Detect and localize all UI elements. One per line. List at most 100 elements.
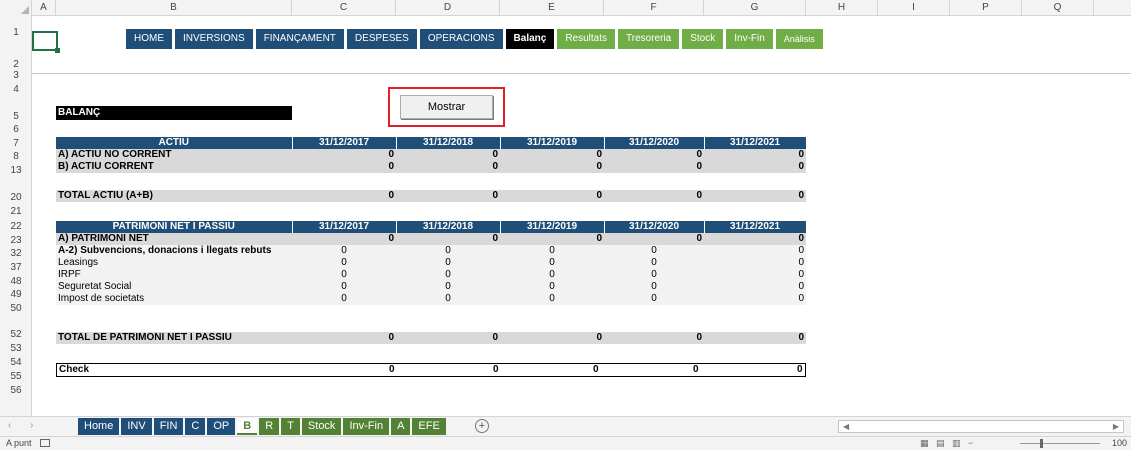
cell-value[interactable]: 0 (704, 233, 806, 245)
row-header[interactable]: 21 (0, 207, 31, 217)
tab-scroll-arrows[interactable]: ‹ › (8, 420, 41, 431)
sheet-tab-home[interactable]: Home (78, 418, 120, 435)
cell-value[interactable]: 0 (500, 257, 604, 269)
add-sheet-icon[interactable]: + (475, 419, 489, 433)
check-value[interactable]: 0 (493, 364, 499, 376)
cell-value[interactable]: 0 (500, 245, 604, 257)
mostrar-button[interactable]: Mostrar (400, 95, 493, 119)
row-header[interactable]: 52 (0, 330, 31, 340)
nav-operacions-button[interactable]: OPERACIONS (419, 29, 503, 49)
cell-value[interactable]: 0 (500, 190, 604, 202)
row-header[interactable]: 2 (0, 60, 31, 70)
row-header[interactable]: 6 (0, 125, 31, 135)
row-header[interactable]: 56 (0, 386, 31, 396)
cell-value[interactable]: 0 (500, 293, 604, 305)
column-header-e[interactable]: E (500, 0, 604, 16)
nav-home-button[interactable]: HOME (126, 29, 172, 49)
nav-analisis-button[interactable]: Anàlisis (775, 29, 823, 49)
row-label[interactable]: A-2) Subvencions, donacions i llegats re… (56, 245, 292, 257)
sheet-tab-efe[interactable]: EFE (412, 418, 446, 435)
zoom-level[interactable]: 100 (1112, 438, 1127, 448)
column-header-i[interactable]: I (878, 0, 950, 16)
cell-value[interactable]: 0 (704, 293, 806, 305)
row-header[interactable]: 8 (0, 152, 31, 162)
check-value[interactable]: 0 (693, 364, 699, 376)
cell-value[interactable]: 0 (704, 332, 806, 344)
select-all-corner[interactable] (0, 0, 32, 16)
view-mode-icons[interactable]: ▦ ▤ ▥ − (920, 438, 973, 449)
scroll-left-icon[interactable]: ◀ (843, 421, 849, 432)
sheet-tab-b[interactable]: B (237, 418, 258, 435)
cell-value[interactable]: 0 (500, 149, 604, 161)
cell-value[interactable]: 0 (292, 233, 396, 245)
row-header[interactable]: 7 (0, 139, 31, 149)
row-header[interactable]: 53 (0, 344, 31, 354)
sheet-tab-op[interactable]: OP (207, 418, 236, 435)
check-label[interactable]: Check (59, 364, 89, 376)
nav-tresoreria-button[interactable]: Tresoreria (618, 29, 680, 49)
cell-value[interactable]: 0 (500, 233, 604, 245)
sheet-tab-stock[interactable]: Stock (301, 418, 342, 435)
row-header[interactable]: 20 (0, 193, 31, 203)
sheet-tab-c[interactable]: C (185, 418, 206, 435)
row-label[interactable]: B) ACTIU CORRENT (56, 161, 292, 173)
sheet-tab-inv-fin[interactable]: Inv-Fin (343, 418, 390, 435)
cell-value[interactable]: 0 (292, 149, 396, 161)
row-header[interactable]: 49 (0, 290, 31, 300)
cell-value[interactable]: 0 (704, 257, 806, 269)
row-label[interactable]: IRPF (56, 269, 292, 281)
nav-despeses-button[interactable]: DESPESES (346, 29, 417, 49)
check-value[interactable]: 0 (593, 364, 599, 376)
row-header[interactable]: 23 (0, 236, 31, 246)
cell-value[interactable]: 0 (396, 257, 500, 269)
row-label[interactable]: TOTAL DE PATRIMONI NET I PASSIU (56, 332, 292, 344)
cell-value[interactable]: 0 (396, 233, 500, 245)
horizontal-scrollbar[interactable]: ◀ ▶ (838, 420, 1124, 433)
row-header[interactable]: 50 (0, 304, 31, 314)
cell-value[interactable]: 0 (292, 332, 396, 344)
column-header-d[interactable]: D (396, 0, 500, 16)
row-header[interactable]: 32 (0, 249, 31, 259)
column-header-f[interactable]: F (604, 0, 704, 16)
column-header-a[interactable]: A (32, 0, 56, 16)
sheet-tab-r[interactable]: R (259, 418, 280, 435)
cell-value[interactable]: 0 (704, 245, 806, 257)
row-header[interactable]: 55 (0, 372, 31, 382)
cell-value[interactable]: 0 (396, 281, 500, 293)
nav-balanc-button[interactable]: Balanç (505, 29, 555, 49)
cell-value[interactable]: 0 (604, 161, 704, 173)
check-value[interactable]: 0 (389, 364, 395, 376)
selected-cell[interactable] (32, 31, 60, 53)
cell-value[interactable]: 0 (704, 281, 806, 293)
row-label[interactable]: Impost de societats (56, 293, 292, 305)
zoom-slider[interactable] (1020, 443, 1100, 444)
row-header[interactable]: 37 (0, 263, 31, 273)
row-header[interactable]: 5 (0, 112, 31, 122)
row-header[interactable]: 1 (0, 28, 31, 38)
cell-value[interactable]: 0 (292, 190, 396, 202)
cell-value[interactable]: 0 (292, 257, 396, 269)
nav-financament-button[interactable]: FINANÇAMENT (255, 29, 344, 49)
check-value[interactable]: 0 (797, 364, 803, 376)
cell-value[interactable]: 0 (604, 281, 704, 293)
column-header-c[interactable]: C (292, 0, 396, 16)
column-header-b[interactable]: B (56, 0, 292, 16)
column-header-h[interactable]: H (806, 0, 878, 16)
cell-value[interactable]: 0 (396, 190, 500, 202)
cell-value[interactable]: 0 (500, 269, 604, 281)
nav-resultats-button[interactable]: Resultats (557, 29, 616, 49)
nav-stock-button[interactable]: Stock (682, 29, 724, 49)
row-label[interactable]: TOTAL ACTIU (A+B) (56, 190, 292, 202)
column-header-p[interactable]: P (950, 0, 1022, 16)
cell-value[interactable]: 0 (292, 293, 396, 305)
cell-value[interactable]: 0 (396, 161, 500, 173)
sheet-tab-fin[interactable]: FIN (153, 418, 184, 435)
row-header[interactable]: 54 (0, 358, 31, 368)
cell-value[interactable]: 0 (500, 281, 604, 293)
cell-value[interactable]: 0 (704, 190, 806, 202)
row-label[interactable]: Leasings (56, 257, 292, 269)
column-header-q[interactable]: Q (1022, 0, 1094, 16)
cell-value[interactable]: 0 (604, 269, 704, 281)
cell-value[interactable]: 0 (292, 161, 396, 173)
row-header[interactable]: 48 (0, 277, 31, 287)
